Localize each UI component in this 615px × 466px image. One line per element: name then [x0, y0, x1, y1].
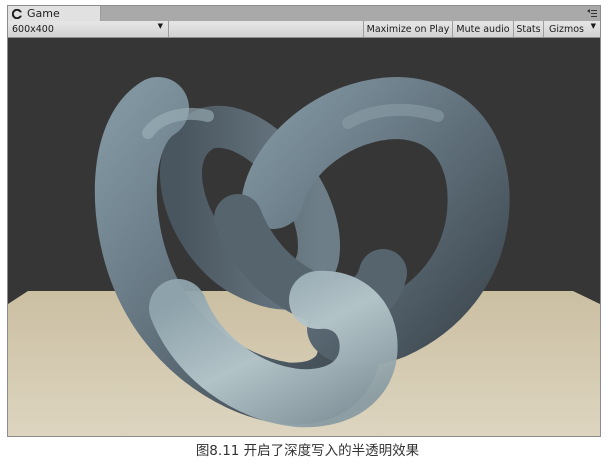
game-window: Game 600x400 ▼ Maximize on Play Mute aud… — [7, 5, 601, 437]
tab-game[interactable]: Game — [8, 6, 101, 21]
chevron-down-icon: ▼ — [157, 22, 163, 30]
hamburger-icon — [587, 9, 597, 17]
game-toolbar: 600x400 ▼ Maximize on Play Mute audio St… — [8, 21, 600, 38]
stats-button[interactable]: Stats — [513, 21, 543, 37]
tab-game-label: Game — [27, 7, 60, 20]
mute-audio-button[interactable]: Mute audio — [452, 21, 513, 37]
resolution-label: 600x400 — [12, 23, 54, 35]
gizmos-dropdown[interactable]: Gizmos ▼ — [543, 21, 600, 37]
scene-render — [8, 38, 600, 436]
tab-bar: Game — [8, 6, 600, 21]
stats-label: Stats — [516, 23, 541, 35]
resolution-dropdown[interactable]: 600x400 ▼ — [8, 21, 169, 37]
figure-caption: 图8.11 开启了深度写入的半透明效果 — [195, 443, 420, 459]
chevron-down-icon: ▼ — [590, 22, 596, 30]
game-view-icon — [12, 8, 22, 19]
maximize-on-play-button[interactable]: Maximize on Play — [363, 21, 452, 37]
gizmos-label: Gizmos — [549, 23, 585, 35]
mute-audio-label: Mute audio — [456, 23, 510, 35]
tab-menu-icon[interactable] — [586, 7, 598, 19]
maximize-on-play-label: Maximize on Play — [366, 23, 450, 35]
game-viewport[interactable] — [8, 38, 600, 436]
